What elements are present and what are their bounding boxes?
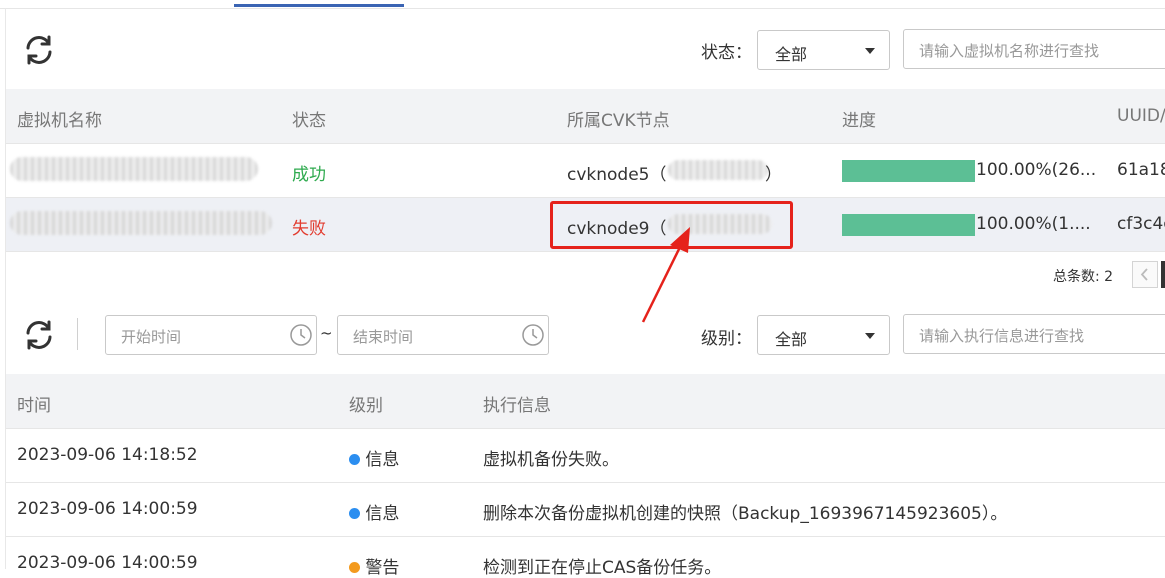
column-header-status[interactable]: 状态 xyxy=(292,106,326,131)
status-success: 成功 xyxy=(292,165,326,185)
uuid-cell: cf3c4c xyxy=(1117,214,1165,234)
level-filter-value: 全部 xyxy=(775,330,808,349)
redacted-node-ip xyxy=(668,160,768,180)
column-header-level[interactable]: 级别 xyxy=(349,391,383,416)
level-dot-icon xyxy=(349,508,360,519)
log-level-text: 警告 xyxy=(365,558,400,578)
status-failed: 失败 xyxy=(292,219,326,239)
log-time: 2023-09-06 14:00:59 xyxy=(17,499,198,519)
end-time-input[interactable]: 结束时间 xyxy=(337,315,549,355)
active-tab-indicator xyxy=(234,4,404,7)
log-message: 删除本次备份虚拟机创建的快照（Backup_1693967145923605）。 xyxy=(483,504,1008,524)
clock-icon xyxy=(522,324,544,346)
level-filter-select[interactable]: 全部 xyxy=(757,315,890,355)
annotation-arrow-icon xyxy=(641,227,690,323)
column-header-message[interactable]: 执行信息 xyxy=(483,391,551,416)
status-filter-value: 全部 xyxy=(775,45,808,64)
column-header-progress[interactable]: 进度 xyxy=(842,106,876,131)
level-dot-icon xyxy=(349,562,360,573)
chevron-down-icon xyxy=(865,48,875,54)
log-search-input[interactable]: 请输入执行信息进行查找 xyxy=(903,314,1165,354)
progress-bar xyxy=(842,160,975,182)
log-level: 信息 xyxy=(349,445,399,470)
log-search-placeholder: 请输入执行信息进行查找 xyxy=(919,327,1085,345)
column-header-cvk-node[interactable]: 所属CVK节点 xyxy=(567,106,670,131)
log-time: 2023-09-06 14:18:52 xyxy=(17,445,198,465)
progress-track xyxy=(842,214,975,236)
status-filter-label: 状态： xyxy=(701,43,752,63)
end-time-placeholder: 结束时间 xyxy=(353,328,414,346)
start-time-input[interactable]: 开始时间 xyxy=(105,315,317,355)
prev-page-button[interactable] xyxy=(1132,261,1158,288)
total-count: 总条数: 2 xyxy=(1053,269,1114,285)
progress-track xyxy=(842,160,975,182)
progress-text: 100.00%(1.... xyxy=(976,214,1091,234)
column-header-vm-name[interactable]: 虚拟机名称 xyxy=(17,106,102,131)
cvk-node-name: cvknode5（ xyxy=(567,165,667,185)
start-time-placeholder: 开始时间 xyxy=(121,328,182,346)
uuid-cell: 61a18 xyxy=(1117,160,1165,180)
redacted-vm-name xyxy=(10,157,258,181)
refresh-icon[interactable] xyxy=(22,33,56,67)
toolbar-separator xyxy=(77,318,78,350)
log-level-text: 信息 xyxy=(365,504,400,524)
log-level: 警告 xyxy=(349,553,399,578)
row-divider xyxy=(6,251,1165,252)
chevron-left-icon xyxy=(1140,268,1148,281)
clock-icon xyxy=(290,324,312,346)
cvk-node-close-paren: ） xyxy=(765,165,782,185)
log-table-header xyxy=(6,374,1165,428)
column-header-uuid[interactable]: UUID/ xyxy=(1117,106,1165,126)
refresh-icon[interactable] xyxy=(22,318,56,352)
log-level-text: 信息 xyxy=(365,450,400,470)
log-level: 信息 xyxy=(349,499,399,524)
next-page-button-edge[interactable] xyxy=(1161,261,1165,288)
redacted-vm-name xyxy=(10,211,272,235)
chevron-down-icon xyxy=(865,333,875,339)
progress-text: 100.00%(26... xyxy=(976,160,1097,180)
vm-search-placeholder: 请输入虚拟机名称进行查找 xyxy=(919,42,1100,60)
column-header-time[interactable]: 时间 xyxy=(17,391,51,416)
status-filter-select[interactable]: 全部 xyxy=(757,30,890,70)
vm-search-input[interactable]: 请输入虚拟机名称进行查找 xyxy=(903,29,1165,69)
level-dot-icon xyxy=(349,454,360,465)
range-separator: ~ xyxy=(320,324,333,342)
log-message: 虚拟机备份失败。 xyxy=(483,450,619,470)
progress-bar xyxy=(842,214,975,236)
level-filter-label: 级别： xyxy=(701,329,752,349)
log-time: 2023-09-06 14:00:59 xyxy=(17,553,198,573)
top-divider xyxy=(0,8,1165,9)
log-message: 检测到正在停止CAS备份任务。 xyxy=(483,558,722,578)
